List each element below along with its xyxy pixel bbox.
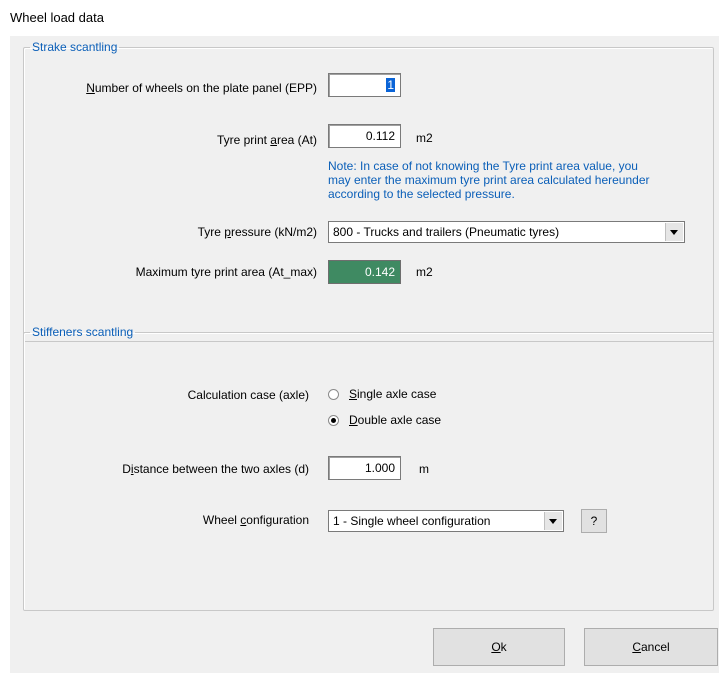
chevron-down-icon <box>670 230 678 235</box>
tyre-pressure-label-b: ressure (kN/m2) <box>230 225 317 239</box>
double-axle-radio[interactable] <box>328 415 339 426</box>
tyre-pressure-label: Tyre pressure (kN/m2) <box>198 225 317 239</box>
double-axle-text: ouble axle case <box>357 413 442 427</box>
tyre-print-area-label: Tyre print area (At) <box>217 133 317 147</box>
tyre-pressure-value: 800 - Trucks and trailers (Pneumatic tyr… <box>333 225 560 239</box>
single-axle-radio[interactable] <box>328 389 339 400</box>
tyre-print-area-label-mnemonic: a <box>270 133 277 147</box>
stiffeners-scantling-legend: Stiffeners scantling <box>32 325 134 339</box>
wheel-configuration-label-a: Wheel <box>202 513 241 527</box>
tyre-pressure-label-a: Tyre <box>197 225 225 239</box>
wheels-count-value: 1 <box>386 78 395 92</box>
radio-selected-dot-icon <box>331 418 336 423</box>
ok-button[interactable]: Ok <box>433 628 565 666</box>
max-tyre-area-readout: 0.142 <box>328 260 401 284</box>
axle-distance-label-b: stance between the two axles (d) <box>133 462 309 476</box>
strake-scantling-legend: Strake scantling <box>32 40 118 54</box>
tyre-pressure-select[interactable]: 800 - Trucks and trailers (Pneumatic tyr… <box>328 221 685 243</box>
calculation-case-label: Calculation case (axle) <box>187 388 309 402</box>
axle-distance-input[interactable]: 1.000 <box>328 456 401 480</box>
tyre-print-area-label-b: rea (At) <box>276 133 317 147</box>
wheels-count-label-text: umber of wheels on the plate panel (EPP) <box>94 81 317 95</box>
cancel-button[interactable]: Cancel <box>584 628 718 666</box>
double-axle-option[interactable]: Double axle case <box>328 413 478 429</box>
single-axle-text: ingle axle case <box>357 387 437 401</box>
max-tyre-area-label: Maximum tyre print area (At_max) <box>135 265 317 279</box>
wheels-count-input[interactable]: 1 <box>328 73 401 97</box>
axle-distance-value: 1.000 <box>364 461 395 475</box>
double-axle-mnemonic: D <box>349 413 358 427</box>
wheel-configuration-dropdown-button[interactable] <box>544 512 562 530</box>
wheel-configuration-value: 1 - Single wheel configuration <box>333 514 491 528</box>
axle-distance-label-a: D <box>122 462 131 476</box>
tyre-print-area-input[interactable]: 0.112 <box>328 124 401 148</box>
wheel-load-dialog: Strake scantling Number of wheels on the… <box>10 36 719 673</box>
note-line-3: according to the selected pressure. <box>328 187 515 201</box>
max-tyre-area-unit: m2 <box>416 265 433 279</box>
chevron-down-icon <box>549 519 557 524</box>
tyre-pressure-dropdown-button[interactable] <box>665 223 683 241</box>
axle-distance-label: Distance between the two axles (d) <box>122 462 309 476</box>
wheels-count-label-mnemonic: N <box>86 81 95 95</box>
tyre-area-note: Note: In case of not knowing the Tyre pr… <box>328 159 650 201</box>
window-title: Wheel load data <box>10 10 104 25</box>
cancel-mnemonic: C <box>632 640 641 654</box>
note-line-1: Note: In case of not knowing the Tyre pr… <box>328 159 638 173</box>
single-axle-option[interactable]: Single axle case <box>328 387 478 403</box>
tyre-print-area-label-a: Tyre print <box>216 133 271 147</box>
wheel-configuration-label: Wheel configuration <box>203 513 309 527</box>
help-button[interactable]: ? <box>581 509 607 533</box>
tyre-print-area-value: 0.112 <box>365 129 395 143</box>
wheels-count-label: Number of wheels on the plate panel (EPP… <box>86 81 317 95</box>
tyre-print-area-unit: m2 <box>416 131 433 145</box>
single-axle-label: Single axle case <box>349 387 436 401</box>
tyre-pressure-label-mnemonic: p <box>224 225 231 239</box>
axle-distance-unit: m <box>419 462 429 476</box>
wheel-configuration-select[interactable]: 1 - Single wheel configuration <box>328 510 564 532</box>
wheel-configuration-label-b: onfiguration <box>246 513 309 527</box>
ok-mnemonic: O <box>491 640 501 654</box>
cancel-text: ancel <box>640 640 670 654</box>
double-axle-label: Double axle case <box>349 413 441 427</box>
note-line-2: may enter the maximum tyre print area ca… <box>328 173 650 187</box>
single-axle-mnemonic: S <box>349 387 358 401</box>
ok-text: k <box>500 640 507 654</box>
max-tyre-area-value: 0.142 <box>364 265 395 279</box>
